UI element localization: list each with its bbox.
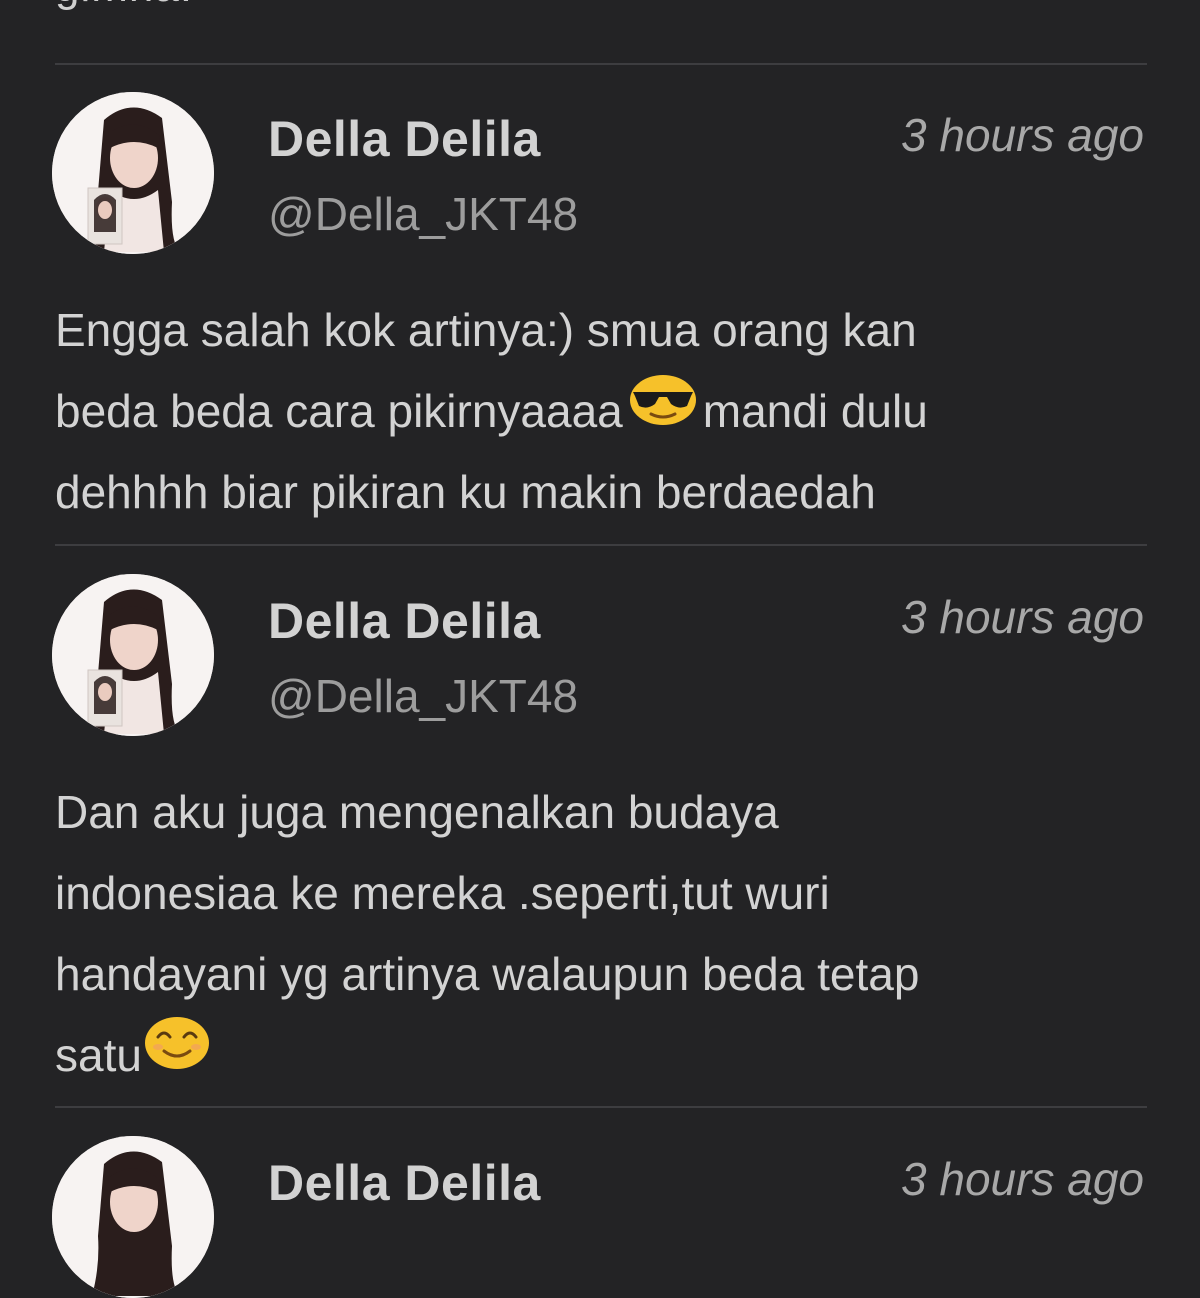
avatar[interactable]: [52, 1136, 214, 1298]
comment-line-segment: mandi dulu: [702, 385, 928, 437]
comment-line: Engga salah kok artinya:) smua orang kan: [55, 304, 917, 356]
divider: [55, 1106, 1147, 1108]
avatar[interactable]: [52, 574, 214, 736]
user-name[interactable]: Della Delila: [268, 110, 541, 168]
user-handle[interactable]: @Della_JKT48: [268, 669, 578, 723]
divider: [55, 544, 1147, 546]
comment-line: indonesiaa ke mereka .seperti,tut wuri: [55, 867, 830, 919]
timestamp: 3 hours ago: [901, 591, 1144, 643]
comment-text: Dan aku juga mengenalkan budaya indonesi…: [55, 772, 1155, 1096]
avatar[interactable]: [52, 92, 214, 254]
comment-line: handayani yg artinya walaupun beda tetap: [55, 948, 920, 1000]
comment-line-segment: satu: [55, 1029, 142, 1081]
user-name[interactable]: Della Delila: [268, 1154, 541, 1212]
timestamp: 3 hours ago: [901, 1153, 1144, 1205]
smiling-face-with-smiling-eyes-icon: [144, 1013, 210, 1096]
previous-comment-text: gimna!: [55, 0, 193, 12]
comment-line-with-emoji: satu: [55, 1015, 1155, 1096]
user-name[interactable]: Della Delila: [268, 592, 541, 650]
comment-line: dehhhh biar pikiran ku makin berdaedah: [55, 466, 876, 518]
comment-feed: gimna! Della Delila @Della_JKT48 3 hours…: [0, 0, 1200, 1298]
comment-text: Engga salah kok artinya:) smua orang kan…: [55, 290, 1155, 533]
comment-line: Dan aku juga mengenalkan budaya: [55, 786, 779, 838]
user-handle[interactable]: @Della_JKT48: [268, 187, 578, 241]
comment-line-segment: beda beda cara pikirnyaaaa: [55, 385, 623, 437]
timestamp: 3 hours ago: [901, 109, 1144, 161]
comment-line-with-emoji: beda beda cara pikirnyaaaa mandi dulu: [55, 371, 1155, 452]
divider: [55, 63, 1147, 65]
smiling-face-with-sunglasses-icon: [629, 370, 697, 451]
